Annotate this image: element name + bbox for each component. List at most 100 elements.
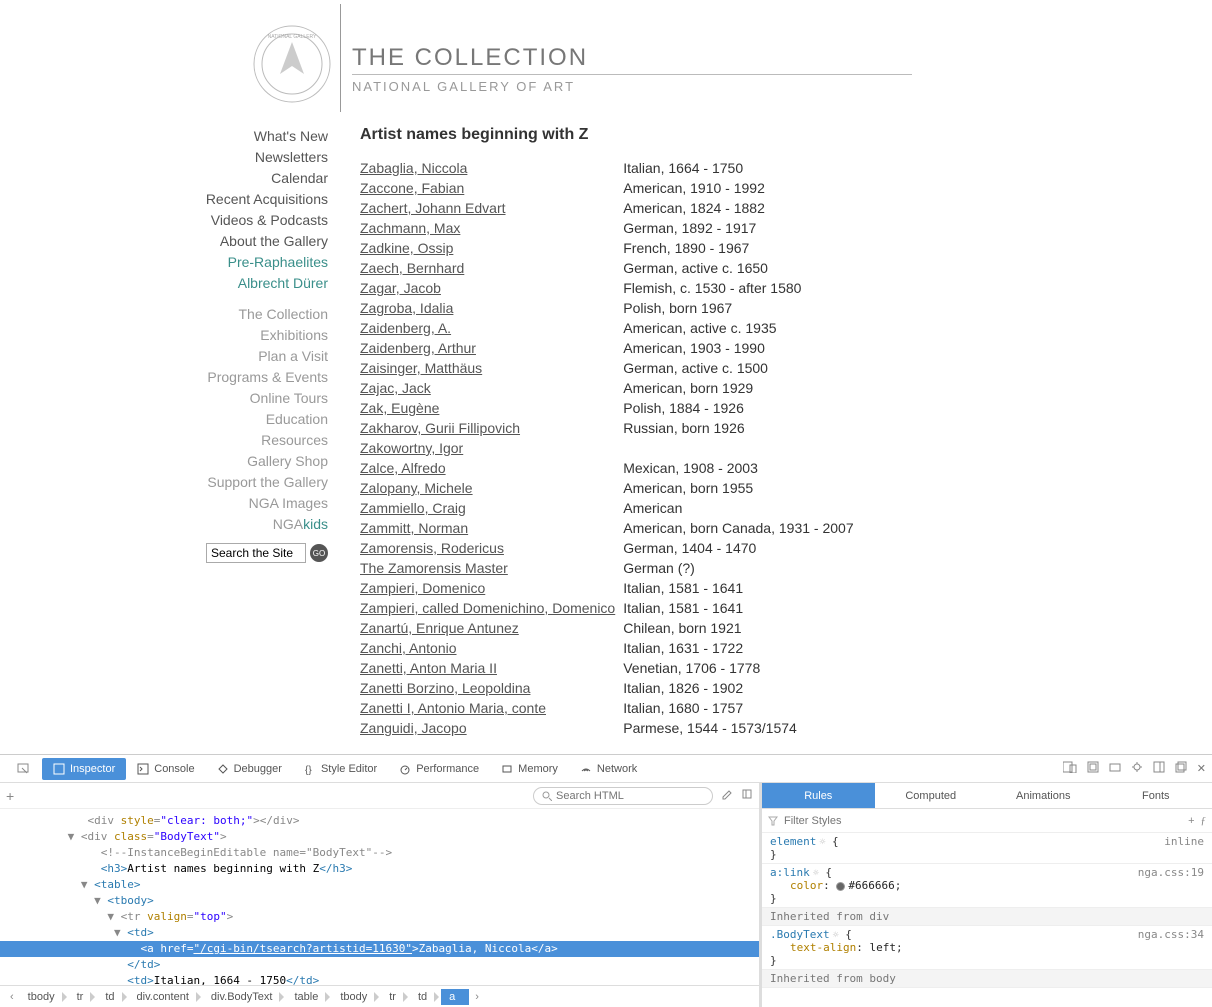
devtools-toggle-frames-icon[interactable] (1087, 761, 1099, 776)
sidebar-link[interactable]: About the Gallery (0, 231, 328, 252)
devtools-inspect-node-icon[interactable] (6, 758, 40, 780)
sidebar-link-ngakids[interactable]: NGAkids (0, 514, 328, 535)
breadcrumb-item[interactable]: tr (381, 989, 410, 1005)
sidebar-link[interactable]: Education (0, 409, 328, 430)
artist-link[interactable]: Zakharov, Gurii Fillipovich (360, 420, 520, 436)
breadcrumb-item[interactable]: tbody (20, 989, 69, 1005)
artist-link[interactable]: Zachmann, Max (360, 220, 460, 236)
sidebar-link[interactable]: Calendar (0, 168, 328, 189)
artist-link[interactable]: Zaidenberg, A. (360, 320, 451, 336)
sidebar-link[interactable]: Recent Acquisitions (0, 189, 328, 210)
artist-link[interactable]: Zampieri, called Domenichino, Domenico (360, 600, 615, 616)
breadcrumb-item[interactable]: div.content (129, 989, 203, 1005)
devtools-filter-styles-input[interactable] (784, 815, 1182, 827)
artist-info: Parmese, 1544 - 1573/1574 (623, 718, 861, 738)
devtools-sidebar-tab-computed[interactable]: Computed (875, 783, 988, 808)
devtools-popout-icon[interactable] (1175, 761, 1187, 776)
artist-link[interactable]: Zajac, Jack (360, 380, 431, 396)
search-input[interactable] (206, 543, 306, 563)
devtools-responsive-icon[interactable] (1063, 761, 1077, 776)
table-row: Zammiello, CraigAmerican (360, 498, 862, 518)
devtools-tab-debugger[interactable]: Debugger (206, 758, 293, 780)
devtools-sidebar-tab-animations[interactable]: Animations (987, 783, 1100, 808)
devtools-html-search-input[interactable] (556, 790, 696, 802)
artist-link[interactable]: Zagar, Jacob (360, 280, 441, 296)
artist-link[interactable]: The Zamorensis Master (360, 560, 508, 576)
search-go-button[interactable]: GO (310, 544, 328, 562)
artist-link[interactable]: Zanartú, Enrique Antunez (360, 620, 519, 636)
artist-link[interactable]: Zalopany, Michele (360, 480, 473, 496)
breadcrumb-item[interactable]: td (97, 989, 128, 1005)
artist-link[interactable]: Zaccone, Fabian (360, 180, 464, 196)
devtools-markup-view[interactable]: <div style="clear: both;"></div> ▼ <div … (0, 809, 759, 985)
nga-seal-logo: NATIONAL GALLERY (252, 24, 332, 104)
sidebar-link[interactable]: Support the Gallery (0, 472, 328, 493)
devtools-tab-style-editor[interactable]: {}Style Editor (293, 758, 388, 780)
artist-link[interactable]: Zanetti, Anton Maria II (360, 660, 497, 676)
sidebar-link[interactable]: Online Tours (0, 388, 328, 409)
devtools-dock-side-icon[interactable] (1153, 761, 1165, 776)
devtools-eyedropper-icon[interactable] (741, 788, 753, 803)
artist-link[interactable]: Zanchi, Antonio (360, 640, 457, 656)
artist-info: Flemish, c. 1530 - after 1580 (623, 278, 861, 298)
breadcrumb-item[interactable]: tbody (332, 989, 381, 1005)
sidebar-link[interactable]: Gallery Shop (0, 451, 328, 472)
artist-link[interactable]: Zaisinger, Matthäus (360, 360, 482, 376)
artist-link[interactable]: Zanguidi, Jacopo (360, 720, 467, 736)
devtools-tab-network[interactable]: Network (569, 758, 648, 780)
sidebar-link[interactable]: The Collection (0, 304, 328, 325)
artist-link[interactable]: Zanetti I, Antonio Maria, conte (360, 700, 546, 716)
devtools-html-search[interactable] (533, 787, 713, 805)
artist-info: French, 1890 - 1967 (623, 238, 861, 258)
table-row: Zamorensis, RodericusGerman, 1404 - 1470 (360, 538, 862, 558)
artist-link[interactable]: Zamorensis, Rodericus (360, 540, 504, 556)
artist-link[interactable]: Zaidenberg, Arthur (360, 340, 476, 356)
devtools-tab-performance[interactable]: Performance (388, 758, 490, 780)
devtools-close-icon[interactable]: ✕ (1197, 762, 1206, 775)
sidebar-link[interactable]: Pre-Raphaelites (0, 252, 328, 273)
devtools-sidebar-tab-fonts[interactable]: Fonts (1100, 783, 1212, 808)
devtools-add-rule-icon[interactable]: + (1188, 815, 1194, 827)
artist-link[interactable]: Zakowortny, Igor (360, 440, 463, 456)
devtools-noscreenshot-icon[interactable] (1109, 761, 1121, 776)
sidebar-link[interactable]: Videos & Podcasts (0, 210, 328, 231)
sidebar-link[interactable]: What's New (0, 126, 328, 147)
artist-link[interactable]: Zammitt, Norman (360, 520, 468, 536)
artist-link[interactable]: Zaech, Bernhard (360, 260, 464, 276)
breadcrumb-item[interactable]: a (441, 989, 469, 1005)
artist-link[interactable]: Zadkine, Ossip (360, 240, 453, 256)
artist-link[interactable]: Zak, Eugène (360, 400, 439, 416)
breadcrumb-prev-icon[interactable]: ‹ (4, 991, 20, 1003)
devtools-edit-html-icon[interactable] (721, 788, 733, 803)
artist-link[interactable]: Zampieri, Domenico (360, 580, 485, 596)
breadcrumb-item[interactable]: td (410, 989, 441, 1005)
sidebar-link[interactable]: Plan a Visit (0, 346, 328, 367)
devtools-tab-inspector[interactable]: Inspector (42, 758, 126, 780)
breadcrumb-item[interactable]: div.BodyText (203, 989, 287, 1005)
artist-link[interactable]: Zanetti Borzino, Leopoldina (360, 680, 530, 696)
devtools-toggle-pseudo-icon[interactable]: ƒ (1201, 815, 1207, 827)
sidebar-link[interactable]: Newsletters (0, 147, 328, 168)
breadcrumb-item[interactable]: tr (69, 989, 98, 1005)
sidebar-link[interactable]: Albrecht Dürer (0, 273, 328, 294)
sidebar-link[interactable]: Programs & Events (0, 367, 328, 388)
devtools-settings-icon[interactable] (1131, 761, 1143, 776)
sidebar-link[interactable]: NGA Images (0, 493, 328, 514)
artist-link[interactable]: Zagroba, Idalia (360, 300, 453, 316)
sidebar-link[interactable]: Resources (0, 430, 328, 451)
sidebar-link[interactable]: Exhibitions (0, 325, 328, 346)
devtools-rules-view[interactable]: element☼ {inline } a:link☼ {nga.css:19 c… (762, 833, 1212, 1007)
devtools-sidebar-tab-rules[interactable]: Rules (762, 783, 875, 808)
devtools-tab-memory[interactable]: Memory (490, 758, 569, 780)
breadcrumb-next-icon[interactable]: › (469, 991, 485, 1003)
devtools-add-node-icon[interactable]: + (6, 788, 14, 804)
artist-link[interactable]: Zalce, Alfredo (360, 460, 446, 476)
devtools-tab-console[interactable]: Console (126, 758, 205, 780)
devtools-breadcrumbs[interactable]: ‹ tbodytrtddiv.contentdiv.BodyTexttablet… (0, 985, 759, 1007)
artist-info: Venetian, 1706 - 1778 (623, 658, 861, 678)
artist-link[interactable]: Zachert, Johann Edvart (360, 200, 506, 216)
artist-info: Italian, 1826 - 1902 (623, 678, 861, 698)
artist-link[interactable]: Zabaglia, Niccola (360, 160, 467, 176)
artist-link[interactable]: Zammiello, Craig (360, 500, 466, 516)
breadcrumb-item[interactable]: table (286, 989, 332, 1005)
